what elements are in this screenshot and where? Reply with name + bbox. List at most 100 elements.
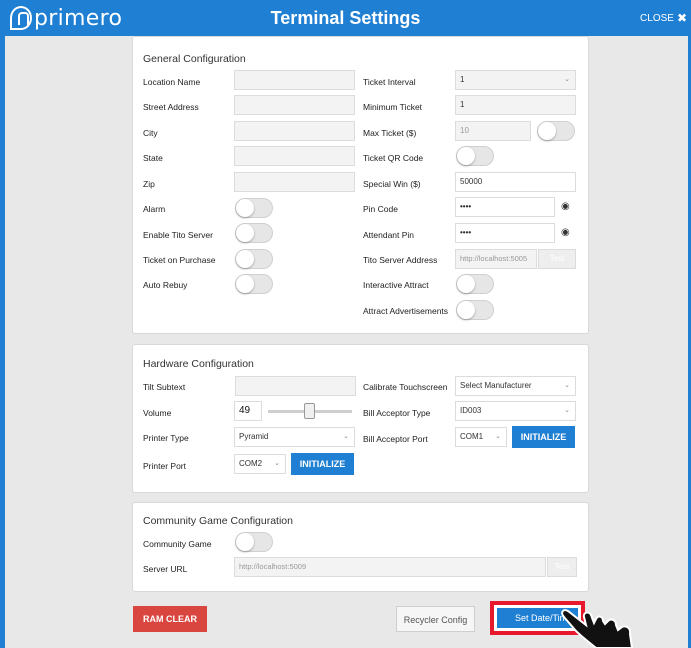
- general-configuration-title: General Configuration: [143, 53, 246, 65]
- close-label: CLOSE: [640, 12, 674, 24]
- location-name-input[interactable]: [234, 70, 355, 90]
- toggle-knob: [236, 224, 254, 242]
- toggle-knob: [236, 199, 254, 217]
- chevron-down-icon: ⌄: [564, 382, 570, 389]
- minimum-ticket-input[interactable]: 1: [455, 95, 576, 115]
- calibrate-touchscreen-label: Calibrate Touchscreen: [363, 382, 448, 392]
- chevron-down-icon: ⌄: [564, 407, 570, 414]
- pin-code-input[interactable]: ••••: [455, 197, 555, 217]
- close-button[interactable]: CLOSE ✖: [640, 11, 687, 25]
- toggle-knob: [457, 301, 475, 319]
- pointing-hand-cursor-icon: [561, 609, 634, 648]
- bill-acceptor-port-select[interactable]: COM1 ⌄: [455, 427, 507, 447]
- ticket-interval-value: 1: [460, 75, 465, 84]
- toggle-knob: [457, 147, 475, 165]
- zip-input[interactable]: [234, 172, 355, 192]
- page-title: Terminal Settings: [270, 8, 421, 28]
- printer-initialize-button[interactable]: INITIALIZE: [291, 453, 354, 475]
- enable-tito-server-toggle[interactable]: [235, 223, 273, 243]
- printer-port-select[interactable]: COM2 ⌄: [234, 454, 286, 474]
- ticket-interval-label: Ticket Interval: [363, 77, 416, 87]
- ticket-qr-code-label: Ticket QR Code: [363, 153, 424, 163]
- bill-acceptor-port-value: COM1: [460, 432, 484, 441]
- printer-type-label: Printer Type: [143, 433, 189, 443]
- zip-label: Zip: [143, 179, 155, 189]
- special-win-input[interactable]: 50000: [455, 172, 576, 192]
- attract-advertisements-toggle[interactable]: [456, 300, 494, 320]
- special-win-label: Special Win ($): [363, 179, 421, 189]
- auto-rebuy-label: Auto Rebuy: [143, 280, 188, 290]
- attendant-pin-label: Attendant Pin: [363, 230, 415, 240]
- street-address-input[interactable]: [234, 95, 355, 115]
- close-icon: ✖: [676, 11, 687, 25]
- ticket-on-purchase-toggle[interactable]: [235, 249, 273, 269]
- hardware-configuration-panel: Hardware Configuration Tilt Subtext Volu…: [132, 344, 589, 493]
- volume-input[interactable]: 49: [234, 401, 262, 421]
- community-game-configuration-panel: Community Game Configuration Community G…: [132, 502, 589, 592]
- bill-acceptor-port-label: Bill Acceptor Port: [363, 434, 428, 444]
- bill-acceptor-type-label: Bill Acceptor Type: [363, 408, 431, 418]
- pin-code-label: Pin Code: [363, 204, 398, 214]
- chevron-down-icon: ⌄: [495, 433, 501, 440]
- calibrate-touchscreen-value: Select Manufacturer: [460, 381, 532, 390]
- recycler-config-button[interactable]: Recycler Config: [396, 606, 475, 632]
- bill-acceptor-type-value: ID003: [460, 406, 482, 415]
- alarm-label: Alarm: [143, 204, 166, 214]
- state-label: State: [143, 153, 163, 163]
- interactive-attract-toggle[interactable]: [456, 274, 494, 294]
- hardware-configuration-title: Hardware Configuration: [143, 358, 254, 370]
- calibrate-touchscreen-select[interactable]: Select Manufacturer ⌄: [455, 376, 576, 396]
- alarm-toggle[interactable]: [235, 198, 273, 218]
- eye-icon[interactable]: ◉: [561, 227, 570, 238]
- enable-tito-server-label: Enable Tito Server: [143, 230, 213, 240]
- community-game-label: Community Game: [143, 539, 212, 549]
- server-url-input[interactable]: http://localhost:5009: [234, 557, 546, 577]
- printer-type-select[interactable]: Pyramid ⌄: [234, 427, 355, 447]
- toggle-knob: [236, 250, 254, 268]
- title-bar: primero Terminal Settings CLOSE ✖: [0, 0, 691, 36]
- server-url-test-button[interactable]: Test: [547, 557, 577, 577]
- chevron-down-icon: ⌄: [274, 460, 280, 467]
- volume-label: Volume: [143, 408, 172, 418]
- toggle-knob: [236, 275, 254, 293]
- chevron-down-icon: ⌄: [343, 433, 349, 440]
- printer-port-label: Printer Port: [143, 461, 186, 471]
- city-label: City: [143, 128, 158, 138]
- bill-acceptor-type-select[interactable]: ID003 ⌄: [455, 401, 576, 421]
- community-game-configuration-title: Community Game Configuration: [143, 515, 293, 527]
- max-ticket-label: Max Ticket ($): [363, 128, 417, 138]
- volume-slider-thumb[interactable]: [303, 403, 315, 419]
- ticket-qr-code-toggle[interactable]: [456, 146, 494, 166]
- city-input[interactable]: [234, 121, 355, 141]
- ram-clear-button[interactable]: RAM CLEAR: [133, 606, 207, 632]
- state-input[interactable]: [234, 146, 355, 166]
- printer-type-value: Pyramid: [239, 432, 269, 441]
- toggle-knob: [538, 122, 556, 140]
- location-name-label: Location Name: [143, 77, 201, 87]
- attendant-pin-input[interactable]: ••••: [455, 223, 555, 243]
- max-ticket-toggle[interactable]: [537, 121, 575, 141]
- eye-icon[interactable]: ◉: [561, 201, 570, 212]
- interactive-attract-label: Interactive Attract: [363, 280, 429, 290]
- street-address-label: Street Address: [143, 102, 199, 112]
- ticket-interval-select[interactable]: 1 ⌄: [455, 70, 576, 90]
- server-url-label: Server URL: [143, 564, 188, 574]
- settings-content: General Configuration Location Name Stre…: [5, 36, 688, 648]
- community-game-toggle[interactable]: [235, 532, 273, 552]
- tito-test-button[interactable]: Test: [538, 249, 576, 269]
- max-ticket-input[interactable]: 10: [455, 121, 531, 141]
- tilt-subtext-input[interactable]: [235, 376, 356, 396]
- minimum-ticket-label: Minimum Ticket: [363, 102, 423, 112]
- auto-rebuy-toggle[interactable]: [235, 274, 273, 294]
- bill-acceptor-initialize-button[interactable]: INITIALIZE: [512, 426, 575, 448]
- toggle-knob: [236, 533, 254, 551]
- general-configuration-panel: General Configuration Location Name Stre…: [132, 36, 589, 334]
- chevron-down-icon: ⌄: [564, 76, 570, 83]
- tito-server-address-label: Tito Server Address: [363, 255, 438, 265]
- ticket-on-purchase-label: Ticket on Purchase: [143, 255, 216, 265]
- toggle-knob: [457, 275, 475, 293]
- tito-server-address-input[interactable]: http://localhost:5005: [455, 249, 537, 269]
- tilt-subtext-label: Tilt Subtext: [143, 382, 186, 392]
- attract-advertisements-label: Attract Advertisements: [363, 306, 449, 316]
- printer-port-value: COM2: [239, 459, 263, 468]
